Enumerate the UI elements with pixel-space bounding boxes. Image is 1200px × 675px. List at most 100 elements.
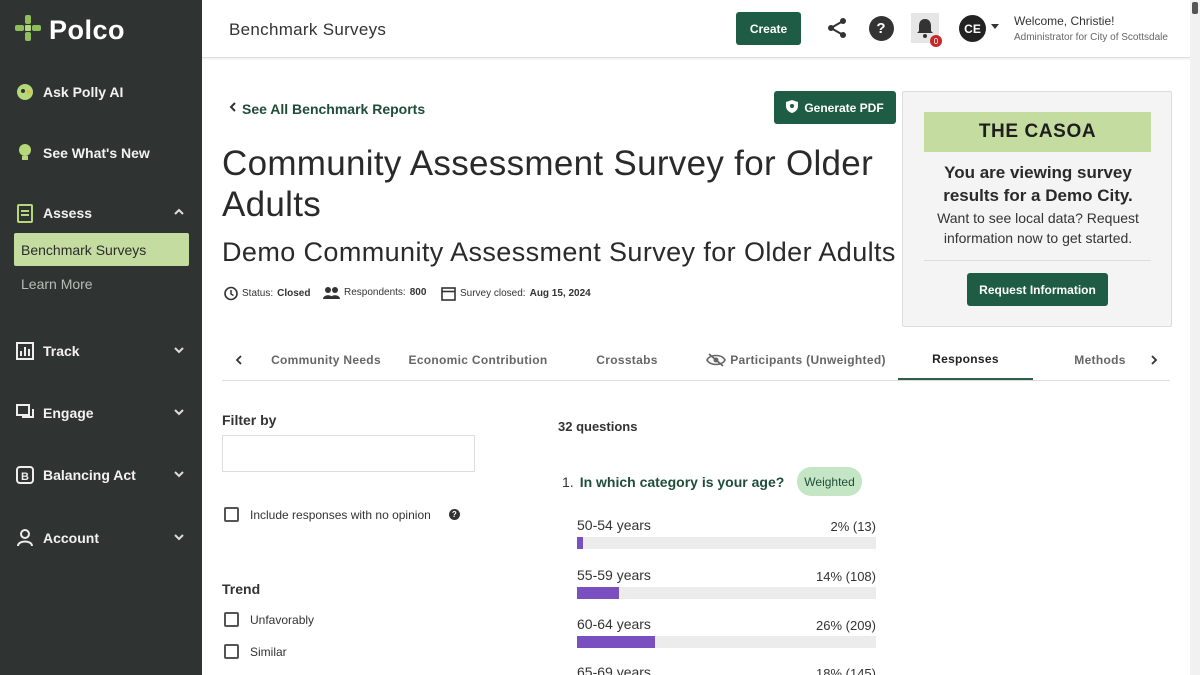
polly-icon [14, 81, 36, 103]
history-icon [223, 286, 238, 301]
svg-text:B: B [21, 471, 29, 483]
demo-panel-text: Want to see local data? Request informat… [937, 210, 1139, 246]
welcome-text: Welcome, Christie! [1014, 14, 1115, 28]
people-icon [323, 286, 340, 299]
polco-logo-icon [14, 14, 42, 47]
tab-methods[interactable]: Methods [1060, 340, 1140, 380]
logo-text: Polco [49, 15, 126, 45]
help-icon-glyph: ? [868, 15, 894, 41]
chevron-down-icon [172, 343, 186, 360]
status-value: Closed [277, 288, 311, 299]
closed-label: Survey closed: [460, 288, 526, 299]
caret-down-icon[interactable] [991, 24, 999, 29]
tab-crosstabs[interactable]: Crosstabs [567, 340, 687, 380]
sidebar-item-balancing-act[interactable]: B Balancing Act [14, 461, 190, 489]
trend-option-unfavorably[interactable]: Unfavorably [224, 612, 314, 627]
sidebar-item-whats-new[interactable]: See What's New [14, 139, 190, 167]
no-opinion-checkbox[interactable] [224, 507, 239, 522]
tab-label: Participants (Unweighted) [730, 353, 886, 367]
sidebar-item-track[interactable]: Track [14, 337, 190, 365]
tab-economic-contribution[interactable]: Economic Contribution [402, 340, 554, 380]
respondents-label: Respondents: [344, 287, 406, 298]
chevron-down-icon [172, 530, 186, 547]
lightbulb-icon [14, 142, 36, 164]
page-heading: Benchmark Surveys [229, 20, 387, 39]
help-icon[interactable]: ? [868, 15, 894, 41]
tab-responses[interactable]: Responses [898, 340, 1033, 380]
sidebar-subitem-benchmark-surveys[interactable]: Benchmark Surveys [14, 233, 189, 266]
clipboard-icon [14, 202, 36, 224]
closed-value: Aug 15, 2024 [529, 288, 591, 299]
demo-city-panel: THE CASOA You are viewing survey results… [902, 91, 1172, 327]
no-opinion-label: Include responses with no opinion [250, 507, 431, 522]
response-bar-fill [577, 537, 583, 549]
create-button[interactable]: Create [736, 12, 801, 45]
shield-icon [786, 99, 799, 116]
sidebar-item-label: Engage [43, 405, 94, 421]
person-icon [14, 527, 36, 549]
notification-count-badge: 0 [930, 35, 942, 47]
sidebar-item-engage[interactable]: Engage [14, 399, 190, 427]
response-bar-track [577, 587, 876, 599]
question-count: 32 questions [558, 419, 638, 434]
help-icon[interactable]: ? [448, 509, 460, 520]
polco-logo[interactable]: Polco [14, 14, 125, 47]
no-opinion-checkbox-row[interactable]: Include responses with no opinion ? [224, 507, 460, 522]
trend-option-label: Similar [250, 644, 287, 659]
response-bar-fill [577, 587, 619, 599]
sidebar-item-label: See What's New [43, 145, 150, 161]
share-icon[interactable] [824, 15, 850, 41]
similar-checkbox[interactable] [224, 644, 239, 659]
status-meta: Status: Closed [223, 286, 310, 301]
question-header: 1. In which category is your age? Weight… [562, 467, 862, 496]
response-bar-track [577, 636, 876, 648]
notifications-bell-icon[interactable]: 0 [911, 13, 942, 47]
status-label: Status: [242, 288, 274, 299]
sidebar-item-ask-polly[interactable]: Ask Polly AI [14, 78, 190, 106]
response-bar-fill [577, 636, 655, 648]
sidebar-item-label: Track [43, 343, 80, 359]
chevron-left-icon [226, 100, 240, 117]
balancing-act-icon: B [14, 464, 36, 486]
survey-type-badge: THE CASOA [924, 112, 1151, 152]
respondents-meta: Respondents: 800 [323, 286, 426, 299]
generate-pdf-button[interactable]: Generate PDF [774, 91, 896, 124]
tab-community-needs[interactable]: Community Needs [262, 340, 390, 380]
sidebar-item-label: Balancing Act [43, 467, 136, 483]
filter-input[interactable] [222, 435, 475, 472]
unfavorably-checkbox[interactable] [224, 612, 239, 627]
chevron-down-icon [172, 467, 186, 484]
response-label: 50-54 years [577, 517, 651, 533]
trend-label: Trend [222, 581, 261, 597]
tabs-scroll-left-icon[interactable] [231, 352, 247, 368]
generate-pdf-label: Generate PDF [804, 100, 884, 115]
sidebar-subitem-learn-more[interactable]: Learn More [21, 276, 93, 292]
response-label: 55-59 years [577, 567, 651, 583]
response-bar-track [577, 537, 876, 549]
trend-option-label: Unfavorably [250, 612, 315, 627]
sidebar-item-assess[interactable]: Assess [14, 199, 190, 227]
sidebar-item-label: Account [43, 530, 99, 546]
response-label: 65-69 years [577, 664, 651, 675]
tabs-scroll-right-icon[interactable] [1146, 352, 1162, 368]
chevron-down-icon [172, 405, 186, 422]
app-root: Polco Ask Polly AI See What's New Assess… [0, 0, 1200, 675]
weighted-badge: Weighted [797, 467, 862, 496]
response-label: 60-64 years [577, 616, 651, 632]
sidebar-item-account[interactable]: Account [14, 524, 190, 552]
back-to-reports-link[interactable]: See All Benchmark Reports [226, 100, 425, 117]
request-information-button[interactable]: Request Information [967, 273, 1108, 306]
question-text[interactable]: In which category is your age? [580, 474, 785, 490]
page-scrollbar[interactable] [1190, 0, 1200, 675]
respondents-value: 800 [409, 287, 427, 298]
closed-date-meta: Survey closed: Aug 15, 2024 [441, 286, 591, 301]
survey-subtitle: Demo Community Assessment Survey for Old… [222, 237, 896, 267]
tab-participants-unweighted[interactable]: Participants (Unweighted) [700, 340, 892, 380]
trend-option-similar[interactable]: Similar [224, 644, 287, 659]
sidebar-item-label: Assess [43, 205, 93, 221]
question-number: 1. [562, 473, 574, 490]
scrollbar-thumb[interactable] [1192, 2, 1198, 14]
avatar[interactable]: CE [959, 15, 986, 42]
calendar-icon [441, 286, 456, 301]
back-link-label: See All Benchmark Reports [242, 100, 426, 117]
